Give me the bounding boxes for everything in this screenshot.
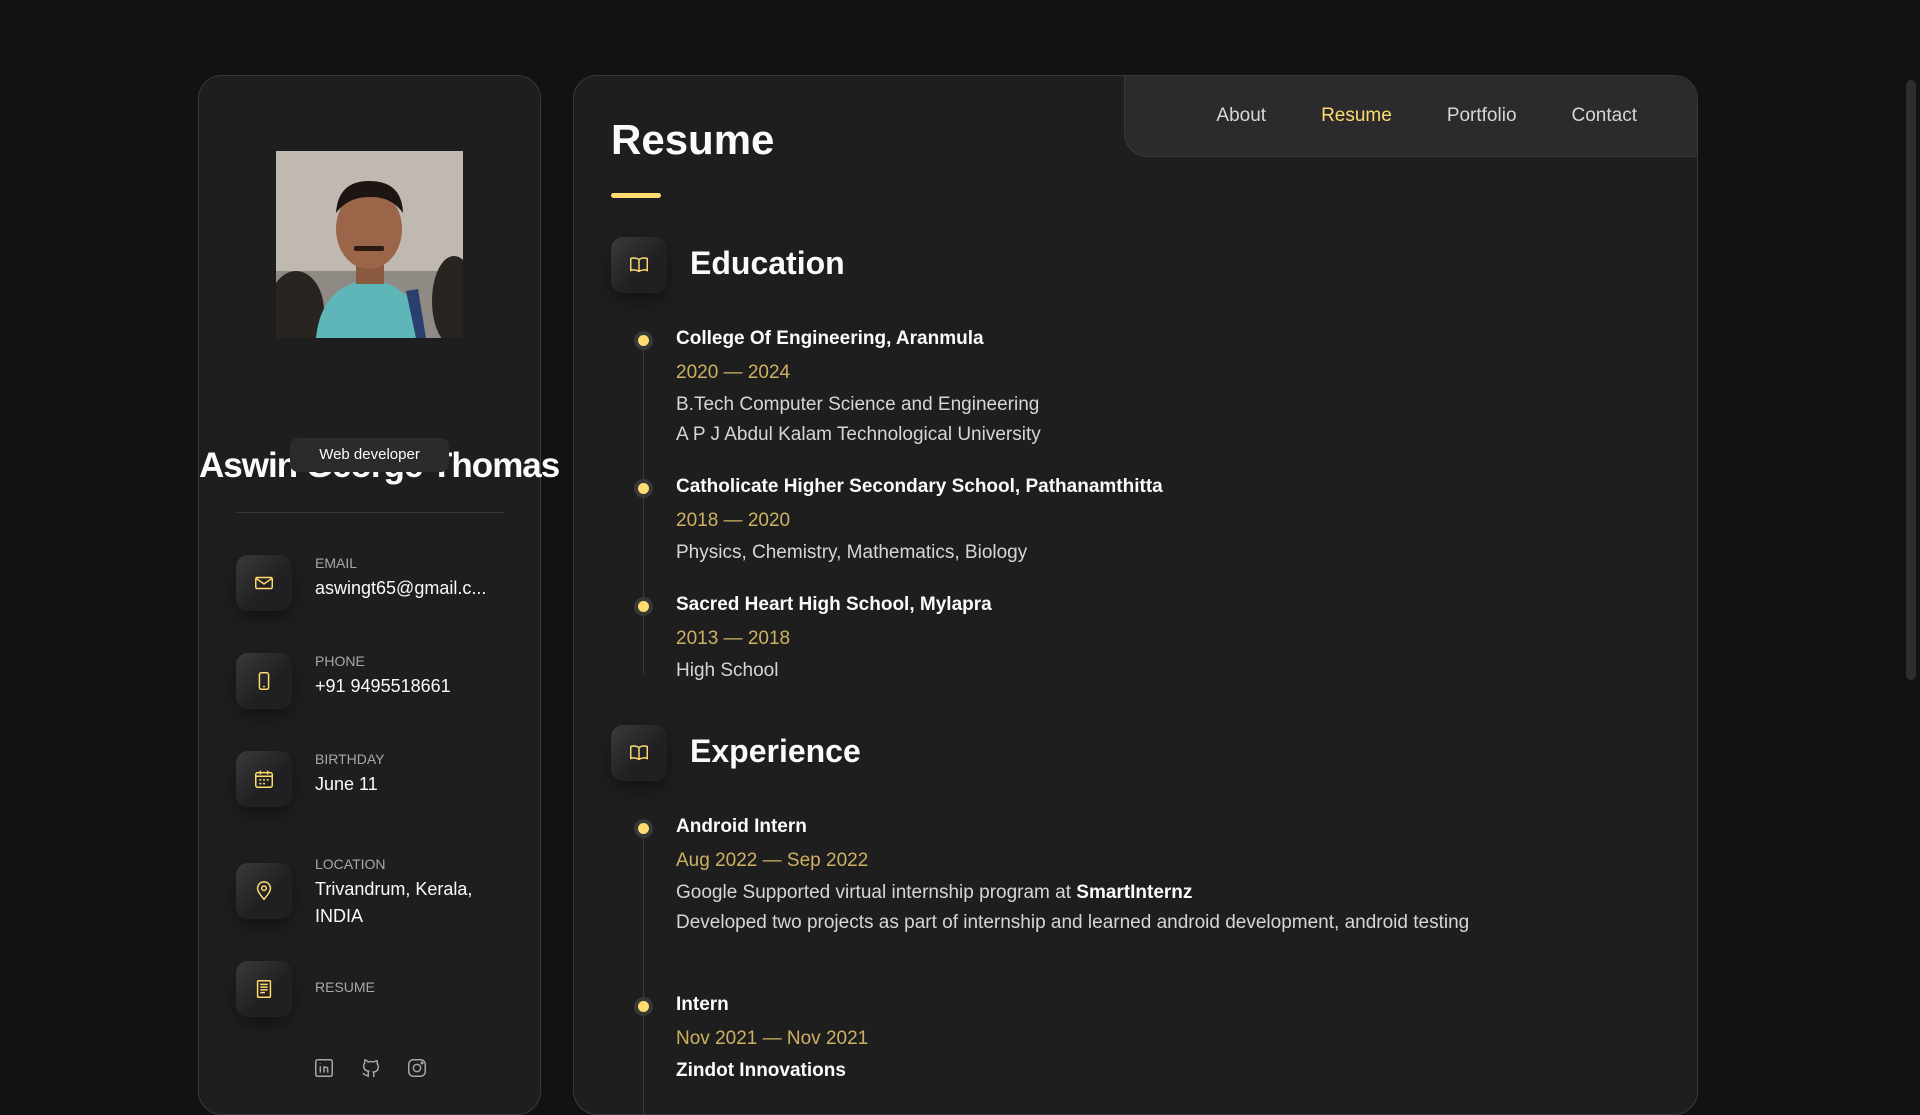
- github-icon[interactable]: [360, 1057, 382, 1079]
- section-title: Experience: [690, 733, 861, 769]
- timeline-dot: [638, 1001, 649, 1012]
- avatar: [276, 151, 463, 338]
- item-title: Catholicate Higher Secondary School, Pat…: [676, 476, 1163, 497]
- item-text: Developed two projects as part of intern…: [676, 912, 1470, 933]
- contact-email: Email aswingt65@gmail.c...: [236, 555, 516, 615]
- book-icon: [611, 237, 667, 293]
- item-date: Aug 2022 — Sep 2022: [676, 850, 869, 871]
- contact-label: Email: [315, 555, 358, 571]
- education-item: Sacred Heart High School, Mylapra 2013 —…: [638, 594, 1538, 684]
- contact-location: Location Trivandrum, Kerala, INDIA: [236, 856, 516, 926]
- experience-item: Android Intern Aug 2022 — Sep 2022 Googl…: [638, 816, 1538, 966]
- divider: [236, 512, 504, 513]
- profile-title-badge: Web developer: [290, 438, 449, 472]
- nav-contact[interactable]: Contact: [1572, 105, 1637, 127]
- resume-panel: About Resume Portfolio Contact Resume Ed…: [573, 75, 1698, 1115]
- contact-label: Birthday: [315, 751, 385, 767]
- company-name: SmartInternz: [1076, 882, 1193, 903]
- page-scrollbar[interactable]: [1900, 0, 1920, 1080]
- avatar-photo: [276, 151, 463, 338]
- location-value: Trivandrum, Kerala, INDIA: [315, 879, 473, 926]
- location-pin-icon: [236, 863, 292, 919]
- nav-resume[interactable]: Resume: [1321, 105, 1392, 127]
- education-item: Catholicate Higher Secondary School, Pat…: [638, 476, 1538, 566]
- item-date: 2013 — 2018: [676, 628, 791, 649]
- item-date: 2018 — 2020: [676, 510, 791, 531]
- item-title: Intern: [676, 994, 729, 1015]
- item-text-prefix: Google Supported virtual internship prog…: [676, 882, 1077, 903]
- item-date: 2020 — 2024: [676, 362, 791, 383]
- contact-phone: Phone +91 9495518661: [236, 653, 516, 713]
- item-text: Physics, Chemistry, Mathematics, Biology: [676, 542, 1028, 563]
- timeline-dot: [638, 601, 649, 612]
- nav-portfolio[interactable]: Portfolio: [1447, 105, 1517, 127]
- item-title: Android Intern: [676, 816, 807, 837]
- scrollbar-thumb[interactable]: [1906, 80, 1916, 680]
- document-icon[interactable]: [236, 961, 292, 1017]
- education-item: College Of Engineering, Aranmula 2020 — …: [638, 328, 1538, 448]
- email-link[interactable]: aswingt65@gmail.c...: [315, 575, 505, 602]
- section-title: Education: [690, 245, 845, 281]
- nav-about[interactable]: About: [1216, 105, 1266, 127]
- contact-label: Location: [315, 856, 386, 872]
- item-title: College Of Engineering, Aranmula: [676, 328, 984, 349]
- birthday-value: June 11: [315, 774, 378, 794]
- item-date: Nov 2021 — Nov 2021: [676, 1028, 869, 1049]
- instagram-icon[interactable]: [406, 1057, 428, 1079]
- contact-label: Phone: [315, 653, 365, 669]
- contact-birthday: Birthday June 11: [236, 751, 516, 811]
- contact-resume[interactable]: Resume: [236, 961, 516, 1021]
- item-text: A P J Abdul Kalam Technological Universi…: [676, 424, 1041, 445]
- calendar-icon: [236, 751, 292, 807]
- company-name: Zindot Innovations: [676, 1060, 846, 1081]
- phone-icon: [236, 653, 292, 709]
- item-text: B.Tech Computer Science and Engineering: [676, 394, 1040, 415]
- timeline-dot: [638, 823, 649, 834]
- item-text: High School: [676, 660, 779, 681]
- mail-icon: [236, 555, 292, 611]
- item-title: Sacred Heart High School, Mylapra: [676, 594, 992, 615]
- experience-item: Intern Nov 2021 — Nov 2021 Zindot Innova…: [638, 994, 1538, 1094]
- timeline-dot: [638, 335, 649, 346]
- phone-link[interactable]: +91 9495518661: [315, 673, 505, 700]
- resume-label[interactable]: Resume: [315, 979, 375, 995]
- book-icon: [611, 725, 667, 781]
- navbar: About Resume Portfolio Contact: [1124, 76, 1697, 157]
- title-underline: [611, 193, 661, 198]
- item-text: Google Supported virtual internship prog…: [676, 878, 1536, 908]
- page-title: Resume: [611, 116, 775, 163]
- linkedin-icon[interactable]: [313, 1057, 335, 1079]
- timeline-dot: [638, 483, 649, 494]
- profile-sidebar: Aswin George Thomas Web developer Email …: [198, 75, 560, 1115]
